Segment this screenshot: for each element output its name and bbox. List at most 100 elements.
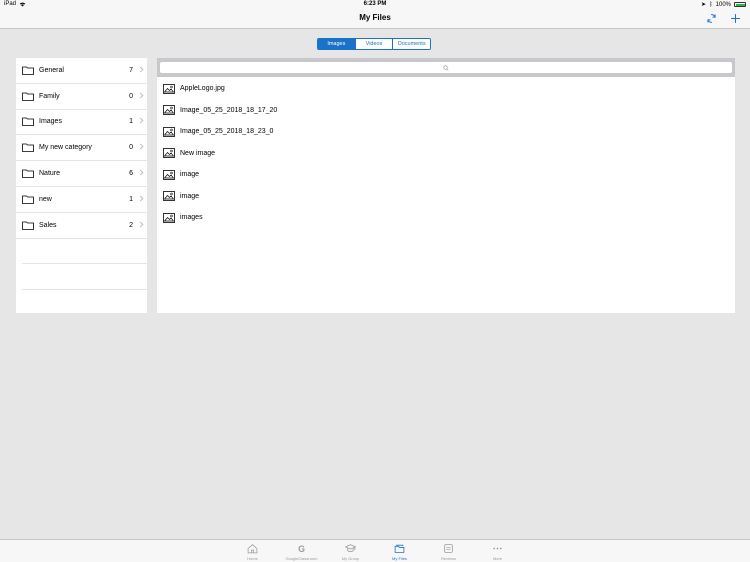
file-list: AppleLogo.jpg Image_05_25_2018_18_17_20 Im…: [157, 78, 735, 229]
category-item[interactable]: My new category 0: [16, 135, 147, 162]
category-label: Sales: [39, 221, 57, 229]
file-item[interactable]: image: [157, 164, 735, 186]
tab-label: My Files: [392, 556, 407, 561]
folder-icon: [22, 118, 34, 127]
category-count: 1: [129, 195, 133, 203]
category-label: new: [39, 195, 52, 203]
graduation-cap-icon: [345, 544, 356, 552]
plus-icon: [730, 13, 740, 23]
image-file-icon: [163, 83, 175, 94]
tab-bar: Home G GoogleClassroom My Group My Files Revi…: [0, 539, 750, 562]
file-item[interactable]: image: [157, 186, 735, 208]
bluetooth-icon: ᛒ: [709, 1, 713, 8]
tab-label: Home: [247, 556, 258, 561]
folder-icon: [22, 195, 34, 204]
tab-label: My Group: [341, 556, 360, 561]
category-count: 1: [129, 118, 133, 126]
refresh-icon: [706, 13, 716, 23]
category-label: My new category: [39, 144, 92, 152]
folder-icon: [22, 169, 34, 178]
chevron-right-icon: [139, 169, 144, 176]
file-item[interactable]: images: [157, 207, 735, 229]
chevron-right-icon: [139, 92, 144, 99]
tab-my-group[interactable]: My Group: [326, 540, 375, 562]
media-type-segmented-control: Images Videos Documents: [317, 38, 431, 50]
category-list: General 7 Family 0 Images 1 My new category 0 Na…: [16, 58, 147, 313]
tab-label: Reviews: [440, 556, 457, 561]
category-label: Nature: [39, 170, 61, 178]
file-name: image: [180, 171, 200, 179]
chevron-right-icon: [139, 66, 144, 73]
file-name: image: [180, 192, 200, 200]
status-time: 6:23 PM: [363, 1, 387, 7]
category-label: Family: [39, 92, 60, 100]
file-item[interactable]: Image_05_25_2018_18_23_0: [157, 121, 735, 143]
location-icon: ➤: [701, 2, 707, 8]
chevron-right-icon: [139, 195, 144, 202]
image-file-icon: [163, 169, 175, 180]
battery-fill: [735, 3, 745, 6]
tab-my-files[interactable]: My Files: [375, 540, 424, 562]
tab-reviews[interactable]: Reviews: [424, 540, 473, 562]
category-item[interactable]: General 7: [16, 58, 147, 84]
chevron-right-icon: [139, 118, 144, 124]
search-input[interactable]: [160, 62, 732, 73]
add-button[interactable]: [727, 10, 743, 26]
battery-percent: 100%: [715, 1, 731, 8]
image-file-icon: [163, 148, 175, 159]
category-count: 0: [129, 144, 133, 152]
status-bar: iPad 6:23 PM ➤ ᛒ 100%: [0, 0, 750, 8]
file-item[interactable]: AppleLogo.jpg: [157, 78, 735, 100]
empty-row: [22, 264, 147, 291]
file-name: AppleLogo.jpg: [180, 85, 225, 93]
google-icon: G: [298, 544, 305, 554]
category-count: 7: [129, 66, 133, 74]
file-browser-panel: AppleLogo.jpg Image_05_25_2018_18_17_20 Im…: [157, 58, 735, 313]
category-item[interactable]: Family 0: [16, 84, 147, 110]
category-item[interactable]: Images 1: [16, 110, 147, 136]
segment-videos[interactable]: Videos: [355, 39, 394, 49]
category-item[interactable]: Sales 2: [16, 213, 147, 239]
chevron-right-icon: [139, 143, 144, 150]
image-file-icon: [163, 105, 175, 116]
category-count: 6: [129, 170, 133, 178]
category-label: Images: [39, 118, 62, 126]
files-icon: [394, 544, 405, 553]
file-item[interactable]: Image_05_25_2018_18_17_20: [157, 100, 735, 122]
category-item[interactable]: new 1: [16, 187, 147, 213]
tab-home[interactable]: Home: [228, 540, 277, 562]
battery-icon: [734, 2, 746, 7]
file-item[interactable]: New image: [157, 143, 735, 165]
category-item[interactable]: Nature 6: [16, 161, 147, 187]
file-name: New image: [180, 149, 216, 157]
segment-documents[interactable]: Documents: [393, 39, 430, 49]
tab-googleclassroom[interactable]: G GoogleClassroom: [277, 540, 326, 562]
page-title: My Files: [359, 13, 391, 22]
category-label: General: [39, 66, 64, 74]
category-count: 0: [129, 92, 133, 100]
image-file-icon: [163, 191, 175, 202]
svg-text:G: G: [298, 544, 305, 554]
tab-more[interactable]: More: [473, 540, 522, 562]
category-count: 2: [129, 221, 133, 229]
folder-icon: [22, 92, 34, 101]
file-name: Image_05_25_2018_18_23_0: [180, 128, 274, 136]
image-file-icon: [163, 126, 175, 137]
tab-label: GoogleClassroom: [285, 556, 318, 561]
empty-row: [22, 239, 147, 265]
image-file-icon: [163, 212, 175, 223]
file-name: images: [180, 214, 203, 222]
segment-images[interactable]: Images: [318, 39, 356, 49]
home-icon: [247, 544, 258, 554]
more-icon: [493, 547, 502, 550]
folder-icon: [22, 66, 34, 75]
reviews-icon: [444, 544, 453, 553]
search-bar: [157, 58, 735, 77]
folder-icon: [22, 143, 34, 153]
file-name: Image_05_25_2018_18_17_20: [180, 106, 278, 114]
refresh-button[interactable]: [703, 10, 719, 26]
chevron-right-icon: [139, 221, 144, 228]
folder-icon: [22, 221, 34, 230]
navigation-bar: My Files: [0, 8, 750, 29]
search-icon: [443, 64, 449, 70]
